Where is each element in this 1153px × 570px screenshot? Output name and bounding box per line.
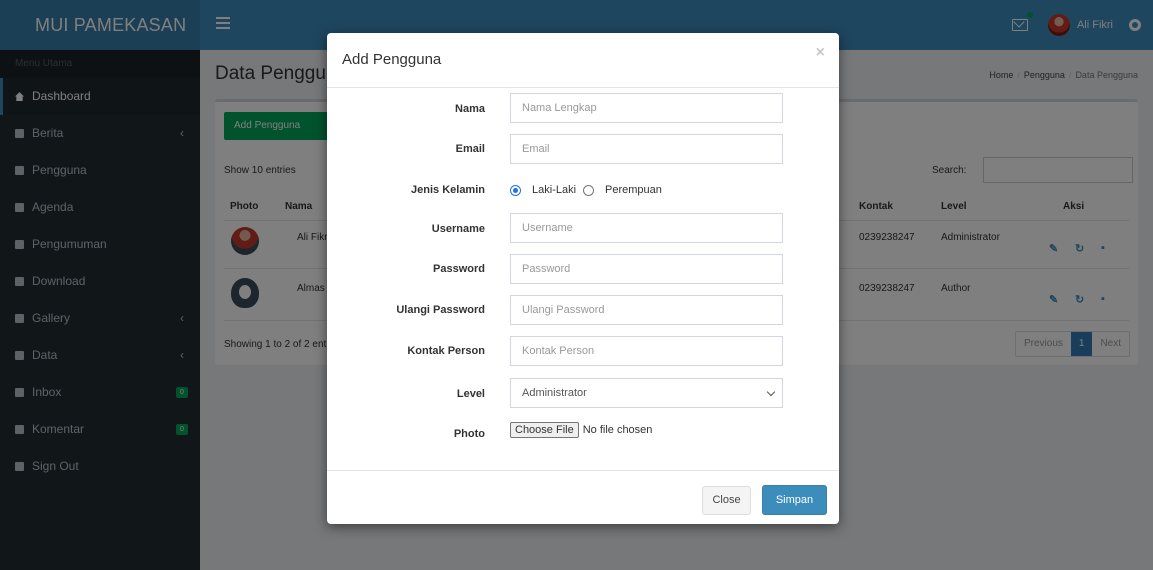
jenis-kelamin-radio-group: Laki-Laki Perempuan	[510, 184, 662, 196]
email-label: Email	[455, 143, 485, 155]
choose-file-button[interactable]: Choose File	[510, 422, 579, 438]
password-input[interactable]: Password	[510, 254, 783, 284]
ulangi-password-input[interactable]: Ulangi Password	[510, 295, 783, 325]
username-label: Username	[431, 223, 485, 235]
close-button[interactable]: Close	[702, 486, 751, 515]
photo-label: Photo	[453, 428, 485, 440]
photo-file-input: Choose File No file chosen	[510, 422, 652, 438]
modal-header-divider	[327, 87, 839, 88]
laki-laki-radio[interactable]	[510, 184, 521, 196]
kontak-person-label: Kontak Person	[407, 345, 485, 357]
modal-title: Add Pengguna	[342, 51, 442, 68]
add-pengguna-modal: Add Pengguna × Nama Nama Lengkap Email E…	[327, 33, 839, 524]
email-input[interactable]: Email	[510, 134, 783, 164]
file-status: No file chosen	[582, 424, 653, 436]
ulangi-password-label: Ulangi Password	[396, 304, 485, 316]
nama-label: Nama	[455, 103, 485, 115]
password-label: Password	[433, 263, 485, 275]
perempuan-radio[interactable]	[583, 184, 595, 196]
modal-footer-divider	[327, 470, 839, 471]
perempuan-radio-label[interactable]: Perempuan	[605, 184, 662, 196]
level-label: Level	[456, 388, 485, 400]
chevron-down-icon	[766, 387, 776, 397]
nama-input[interactable]: Nama Lengkap	[510, 93, 783, 123]
kontak-person-input[interactable]: Kontak Person	[510, 336, 783, 366]
username-input[interactable]: Username	[510, 213, 783, 243]
close-icon[interactable]: ×	[816, 44, 825, 62]
level-select-value: Administrator	[522, 387, 587, 399]
laki-laki-radio-label[interactable]: Laki-Laki	[532, 184, 576, 196]
level-select[interactable]: Administrator	[510, 378, 783, 408]
simpan-button[interactable]: Simpan	[762, 485, 827, 515]
jenis-kelamin-label: Jenis Kelamin	[411, 184, 485, 196]
